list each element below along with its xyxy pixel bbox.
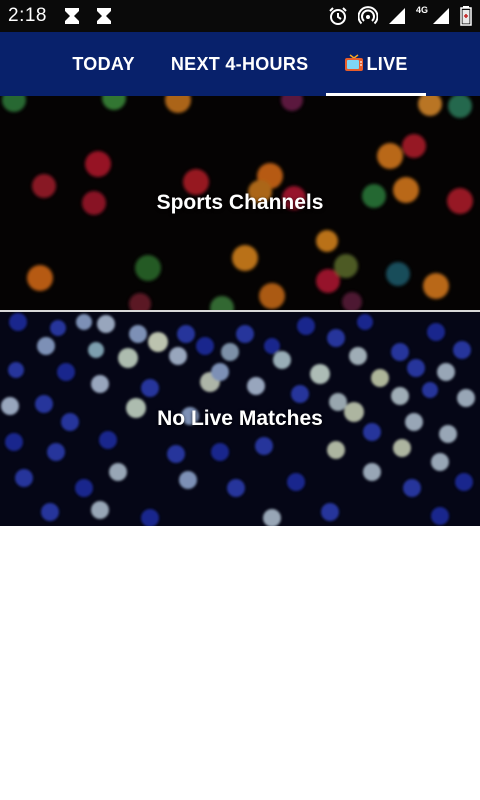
status-time: 2:18 — [8, 5, 47, 26]
signal-icon — [388, 8, 405, 24]
battery-icon — [460, 6, 472, 26]
tab-today[interactable]: TODAY — [54, 32, 153, 96]
sports-channels-card[interactable]: Sports Channels — [0, 96, 480, 310]
tv-icon — [345, 54, 364, 71]
no-live-matches-card[interactable]: No Live Matches — [0, 312, 480, 526]
network-label: 4G — [415, 5, 428, 15]
tab-bar: TODAY NEXT 4-HOURS LIVE — [0, 32, 480, 96]
signal-4g-icon — [433, 8, 449, 24]
hourglass-icon — [96, 8, 111, 24]
hotspot-icon — [357, 6, 378, 25]
status-bar: 2:18 4G — [0, 0, 480, 32]
hourglass-icon — [64, 8, 79, 24]
tab-next-4-hours-label: NEXT 4-HOURS — [170, 53, 309, 74]
tab-live-label: LIVE — [366, 53, 408, 74]
alarm-icon — [329, 7, 347, 25]
card-title-no-live-matches: No Live Matches — [157, 407, 323, 430]
card-title-sports-channels: Sports Channels — [156, 191, 324, 214]
tab-today-label: TODAY — [72, 53, 135, 74]
tab-live[interactable]: LIVE — [326, 32, 426, 96]
empty-content-area — [0, 526, 480, 800]
tab-next-4-hours[interactable]: NEXT 4-HOURS — [153, 32, 327, 96]
